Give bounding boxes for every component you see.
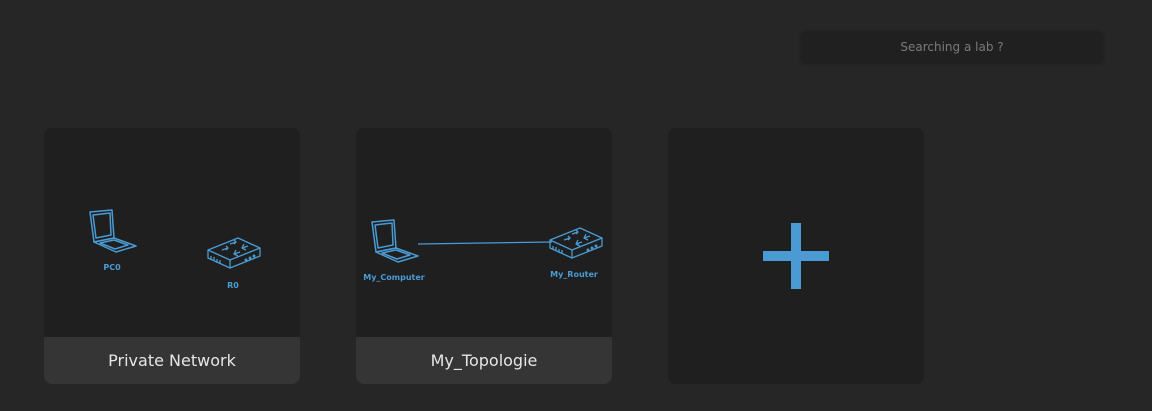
router-icon: [207, 237, 261, 269]
link-line: [417, 241, 553, 245]
node-label: My_Computer: [363, 273, 425, 282]
node-label: R0: [227, 281, 239, 290]
search-input[interactable]: [801, 31, 1103, 63]
node-label: My_Router: [550, 270, 598, 279]
laptop-icon: [89, 209, 137, 253]
topology-preview: PC0 R0: [89, 209, 261, 290]
labs-page: PC0 R0 Private Network: [0, 0, 1152, 411]
topology-preview: My_Computer My_Router: [363, 219, 603, 282]
router-icon: [549, 227, 603, 259]
laptop-icon: [371, 219, 419, 263]
add-lab-button[interactable]: [668, 128, 924, 384]
lab-card-my-topologie[interactable]: My_Computer My_Router My_Topologie: [356, 128, 612, 384]
lab-card-private-network[interactable]: PC0 R0 Private Network: [44, 128, 300, 384]
plus-icon: [763, 223, 829, 289]
node-label: PC0: [103, 263, 121, 272]
lab-title: My_Topologie: [356, 337, 612, 384]
search-box[interactable]: [801, 31, 1103, 63]
lab-title: Private Network: [44, 337, 300, 384]
